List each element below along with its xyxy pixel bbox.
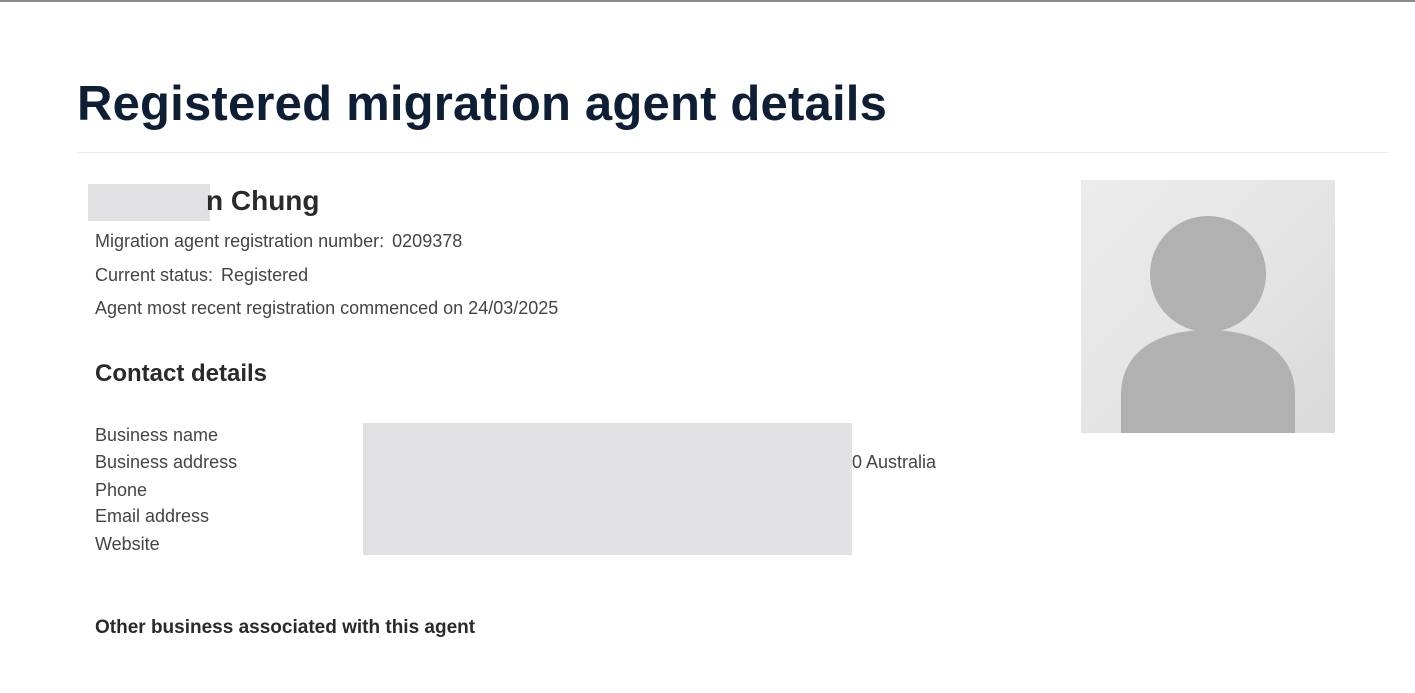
status-line: Current status: Registered (95, 265, 308, 286)
agent-photo (1081, 180, 1335, 433)
page-title: Registered migration agent details (77, 77, 888, 131)
top-border (0, 0, 1415, 2)
agent-name: n Chung (206, 185, 320, 216)
redacted-name-block (88, 184, 210, 221)
business-name-label: Business name (95, 425, 219, 445)
redacted-contact-values (363, 423, 852, 555)
registration-number-value: 0209378 (392, 231, 463, 251)
contact-details-heading: Contact details (95, 360, 268, 387)
registration-number-label: Migration agent registration number: (95, 231, 385, 251)
agent-name-block: n Chung (88, 184, 388, 222)
registration-commenced-line: Agent most recent registration commenced… (95, 298, 559, 318)
status-value: Registered (221, 265, 309, 285)
business-address-label: Business address (95, 452, 238, 472)
business-address-value: 0 Australia (852, 452, 937, 472)
email-address-label: Email address (95, 506, 210, 526)
status-label: Current status: (95, 265, 214, 285)
title-divider (77, 152, 1388, 153)
website-label: Website (95, 534, 160, 554)
default-avatar-icon (1121, 216, 1295, 433)
phone-label: Phone (95, 480, 148, 500)
registration-number-line: Migration agent registration number: 0209… (95, 231, 462, 252)
other-business-heading: Other business associated with this agen… (95, 617, 476, 638)
